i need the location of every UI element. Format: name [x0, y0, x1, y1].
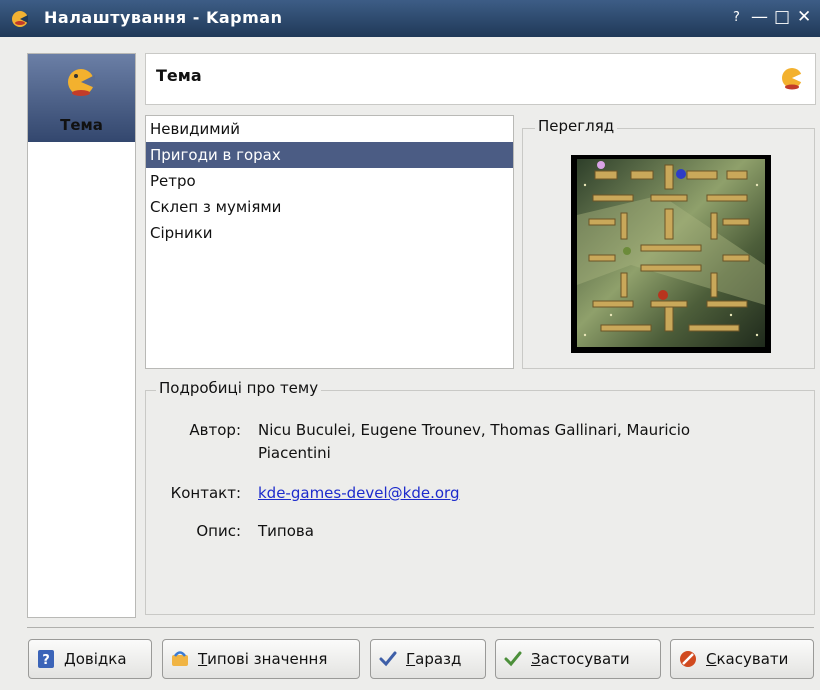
maximize-icon[interactable]: □ [774, 7, 790, 27]
theme-list-item-selected[interactable]: Пригоди в горах [146, 142, 513, 168]
author-value-continued: Piacentini [258, 444, 331, 462]
description-value: Типова [258, 522, 314, 540]
checkmark-icon [504, 651, 522, 667]
contact-email-link[interactable]: kde-games-devel@kde.org [258, 484, 459, 502]
help-icon[interactable]: ? [733, 10, 740, 25]
defaults-button[interactable]: Типові значення [162, 639, 360, 679]
apply-button[interactable]: Застосувати [495, 639, 661, 679]
cancel-button-label: Скасувати [706, 650, 789, 668]
svg-text:?: ? [42, 653, 50, 668]
defaults-button-label: Типові значення [198, 650, 328, 668]
page-header: Тема [145, 53, 816, 105]
title-bar: Налаштування - Kapman ? — □ ✕ [0, 0, 820, 37]
sidebar-item-label: Тема [60, 116, 103, 134]
theme-list-item[interactable]: Склеп з муміями [146, 194, 513, 220]
help-button[interactable]: ? Довідка [28, 639, 152, 679]
checkmark-icon [379, 651, 397, 667]
defaults-icon [172, 651, 188, 666]
separator [27, 627, 814, 628]
preview-title: Перегляд [535, 117, 618, 135]
author-value: Nicu Buculei, Eugene Trounev, Thomas Gal… [258, 421, 691, 439]
window-title: Налаштування - Kapman [44, 8, 283, 27]
cancel-icon [680, 651, 696, 667]
cancel-button[interactable]: Скасувати [670, 639, 814, 679]
theme-list-item[interactable]: Сірники [146, 220, 513, 246]
kapman-icon [782, 68, 803, 90]
sidebar: Тема [27, 53, 136, 618]
details-title: Подробиці про тему [156, 379, 322, 397]
contact-label: Контакт: [170, 484, 241, 502]
theme-list-item[interactable]: Ретро [146, 168, 513, 194]
theme-details-group: Подробиці про тему Автор: Nicu Buculei, … [145, 379, 815, 615]
ok-button[interactable]: Гаразд [370, 639, 486, 679]
preview-group: Перегляд [522, 117, 815, 369]
sidebar-item-theme[interactable]: Тема [28, 54, 135, 142]
theme-preview-image [571, 155, 771, 353]
theme-list-item[interactable]: Невидимий [146, 116, 513, 142]
ok-button-label: Гаразд [406, 650, 462, 668]
page-title: Тема [156, 66, 202, 85]
minimize-icon[interactable]: — [751, 7, 768, 27]
apply-button-label: Застосувати [531, 650, 630, 668]
theme-list[interactable]: Невидимий Пригоди в горах Ретро Склеп з … [145, 115, 514, 369]
author-label: Автор: [189, 421, 241, 439]
help-button-label: Довідка [64, 650, 127, 668]
kapman-app-icon[interactable] [10, 9, 30, 29]
close-icon[interactable]: ✕ [797, 7, 811, 27]
help-book-icon: ? [38, 650, 54, 668]
kapman-icon [68, 69, 95, 96]
description-label: Опис: [196, 522, 241, 540]
theme-page: Невидимий Пригоди в горах Ретро Склеп з … [145, 115, 815, 615]
